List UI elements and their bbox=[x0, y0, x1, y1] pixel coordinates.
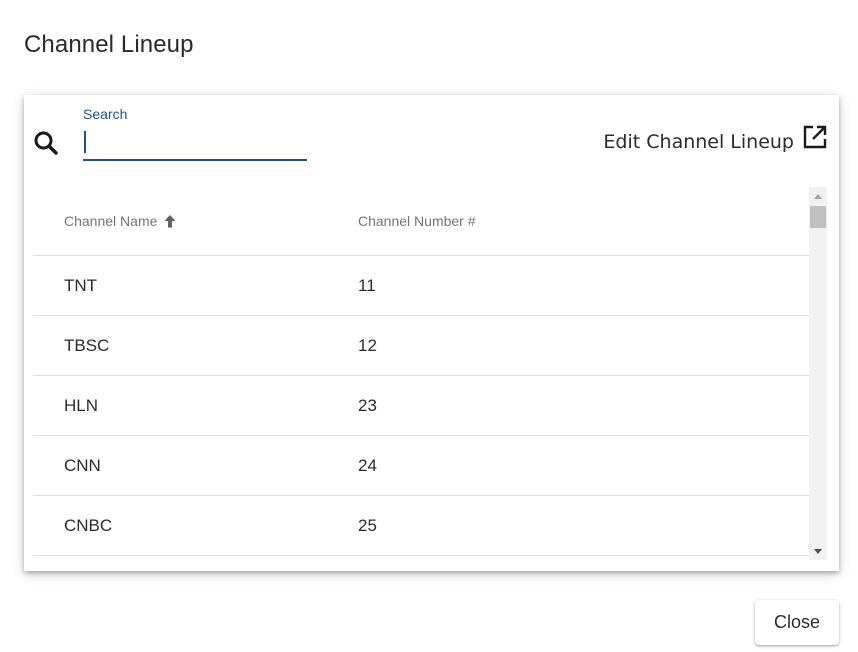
search-input[interactable] bbox=[83, 127, 307, 161]
scroll-up-button[interactable] bbox=[809, 187, 827, 205]
scrollbar-thumb[interactable] bbox=[810, 206, 826, 228]
sort-ascending-arrow-icon bbox=[164, 215, 176, 228]
channel-number-cell: 11 bbox=[358, 275, 376, 295]
table-row[interactable]: HLN 23 bbox=[33, 376, 827, 436]
column-header-channel-name[interactable]: Channel Name bbox=[33, 213, 358, 229]
channel-number-cell: 12 bbox=[358, 335, 377, 355]
channel-lineup-card: Search Edit Channel Lineup Channel Name … bbox=[24, 95, 839, 571]
scroll-down-arrow-icon bbox=[814, 548, 822, 554]
dialog-title: Channel Lineup bbox=[24, 31, 194, 58]
channel-number-cell: 25 bbox=[358, 515, 377, 535]
channel-name-cell: CNN bbox=[64, 455, 101, 475]
open-in-new-icon bbox=[803, 125, 827, 149]
channel-number-cell: 23 bbox=[358, 395, 377, 415]
table-row[interactable]: CNBC 25 bbox=[33, 496, 827, 556]
column-header-label: Channel Number # bbox=[358, 213, 476, 229]
channel-name-cell: HLN bbox=[64, 395, 99, 415]
table-row[interactable]: TBSC 12 bbox=[33, 316, 827, 376]
edit-channel-lineup-link[interactable]: Edit Channel Lineup bbox=[603, 124, 828, 154]
table-row[interactable]: TNT 11 bbox=[33, 256, 827, 316]
channel-table: Channel Name Channel Number # TNT 11 TBS… bbox=[33, 187, 827, 560]
channel-name-cell: TNT bbox=[64, 275, 98, 295]
table-scrollbar[interactable] bbox=[809, 187, 827, 560]
scroll-up-arrow-icon bbox=[814, 193, 822, 199]
search-icon bbox=[34, 131, 58, 155]
close-button[interactable]: Close bbox=[755, 600, 839, 645]
channel-number-cell: 24 bbox=[358, 455, 377, 475]
table-row[interactable] bbox=[33, 556, 827, 560]
table-header-row: Channel Name Channel Number # bbox=[33, 187, 827, 256]
search-label: Search bbox=[83, 106, 128, 122]
column-header-channel-number[interactable]: Channel Number # bbox=[358, 213, 827, 229]
edit-channel-lineup-label: Edit Channel Lineup bbox=[603, 131, 794, 153]
table-row[interactable]: CNN 24 bbox=[33, 436, 827, 496]
scroll-down-button[interactable] bbox=[809, 542, 827, 560]
channel-name-cell: TBSC bbox=[64, 335, 110, 355]
text-caret bbox=[84, 131, 86, 153]
column-header-label: Channel Name bbox=[64, 213, 158, 229]
channel-name-cell: CNBC bbox=[64, 515, 113, 535]
